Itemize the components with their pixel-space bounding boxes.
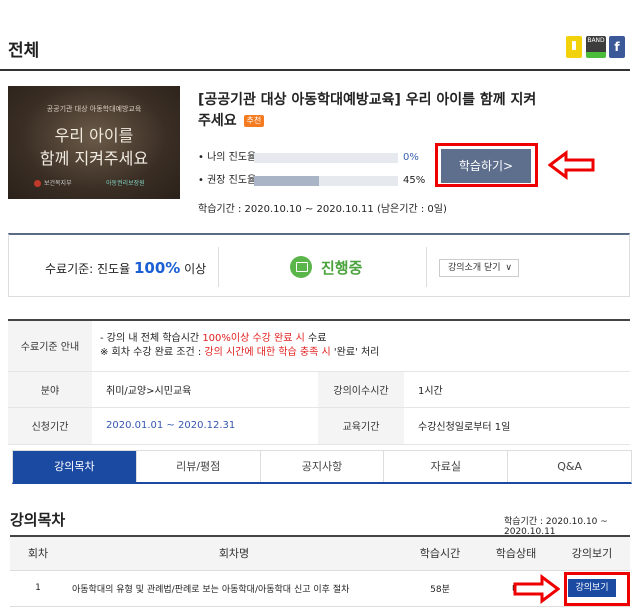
course-thumbnail: 공공기관 대상 아동학대예방교육 우리 아이를 함께 지켜주세요 보건복지부 아… — [8, 86, 180, 199]
criteria-value: 100% — [133, 259, 181, 277]
thumbnail-line-2: 함께 지켜주세요 — [39, 149, 149, 168]
apply-period-value: 2020.01.01 ~ 2020.12.31 — [92, 407, 318, 445]
col-header-view: 강의보기 — [554, 536, 630, 571]
lessons-title: 강의목차 — [10, 511, 66, 529]
col-header-time: 학습시간 — [402, 536, 478, 571]
chevron-down-icon: ∨ — [505, 263, 513, 273]
field-label: 분야 — [8, 371, 92, 408]
course-intro-toggle[interactable]: 강의소개 닫기 ∨ — [439, 259, 519, 277]
criteria-detail: - 강의 내 전체 학습시간 100%이상 수강 완료 시 수료 ※ 회차 수강… — [92, 320, 630, 372]
ministry-logo: 보건복지부 — [34, 178, 72, 187]
my-progress-value: 0% — [403, 152, 419, 163]
header-divider — [0, 69, 630, 71]
edu-period-value: 수강신청일로부터 1일 — [404, 407, 630, 445]
tab-lessons[interactable]: 강의목차 — [13, 451, 137, 482]
col-header-name: 회차명 — [66, 536, 402, 571]
lesson-time: 58분 — [402, 570, 478, 607]
kakaotalk-share-icon[interactable] — [566, 36, 582, 58]
tab-reviews[interactable]: 리뷰/평점 — [137, 451, 261, 482]
course-tabs: 강의목차 리뷰/평점 공지사항 자료실 Q&A — [12, 450, 632, 484]
col-header-no: 회차 — [10, 536, 66, 571]
thumbnail-line-1: 우리 아이를 — [54, 126, 134, 145]
lesson-name: 아동학대의 유형 및 관례법/판례로 보는 아동학대/아동학대 신고 이후 절차 — [66, 570, 402, 607]
duration-label: 강의이수시간 — [318, 371, 404, 408]
divider — [218, 247, 219, 287]
recommend-badge: 추천 — [243, 115, 265, 127]
in-progress-icon — [290, 256, 312, 278]
highlight-box-view — [564, 572, 630, 606]
recommended-progress-bar — [254, 176, 398, 186]
tab-notices[interactable]: 공지사항 — [261, 451, 385, 482]
highlight-box-study — [435, 143, 538, 187]
status-text: 진행중 — [321, 259, 363, 277]
duration-value: 1시간 — [404, 371, 630, 408]
my-progress-row: • 나의 진도율 0% — [198, 151, 438, 165]
divider — [426, 247, 427, 287]
tab-resources[interactable]: 자료실 — [384, 451, 509, 482]
col-header-state: 학습상태 — [478, 536, 554, 571]
recommended-progress-fill — [254, 176, 319, 186]
page-header: 전체 BAND f — [0, 0, 638, 72]
study-period: 학습기간 : 2020.10.10 ~ 2020.10.11 (남은기간 : 0… — [198, 204, 447, 215]
thumbnail-subtitle: 공공기관 대상 아동학대예방교육 — [46, 105, 142, 113]
course-status-panel: 수료기준: 진도율 100% 이상 진행중 강의소개 닫기 ∨ — [8, 233, 630, 297]
course-info-table: 수료기준 안내 - 강의 내 전체 학습시간 100%이상 수강 완료 시 수료… — [8, 319, 630, 445]
course-title: [공공기관 대상 아동학대예방교육] 우리 아이를 함께 지켜주세요 추천 — [198, 90, 538, 132]
band-share-icon[interactable]: BAND — [586, 36, 606, 58]
facebook-share-icon[interactable]: f — [609, 36, 625, 58]
agency-logo: 아동권리보장원 — [106, 180, 145, 187]
red-arrow-right-icon — [513, 574, 560, 604]
apply-period-label: 신청기간 — [8, 407, 92, 445]
my-progress-bar — [254, 153, 398, 163]
tab-qna[interactable]: Q&A — [508, 451, 631, 482]
completion-criteria: 수료기준: 진도율 100% 이상 — [45, 259, 207, 277]
criteria-label: 수료기준 안내 — [8, 320, 92, 372]
recommended-progress-label: • 권장 진도율 — [198, 175, 257, 186]
lessons-period: 학습기간 : 2020.10.10 ~ 2020.10.11 — [504, 517, 608, 537]
lesson-no: 1 — [10, 570, 66, 607]
recommended-progress-row: • 권장 진도율 45% — [198, 174, 438, 188]
page-title: 전체 — [8, 41, 40, 61]
red-arrow-icon — [548, 150, 595, 180]
recommended-progress-value: 45% — [403, 175, 426, 186]
edu-period-label: 교육기간 — [318, 407, 404, 445]
my-progress-label: • 나의 진도율 — [198, 152, 257, 163]
field-value: 취미/교양>시민교육 — [92, 371, 318, 408]
